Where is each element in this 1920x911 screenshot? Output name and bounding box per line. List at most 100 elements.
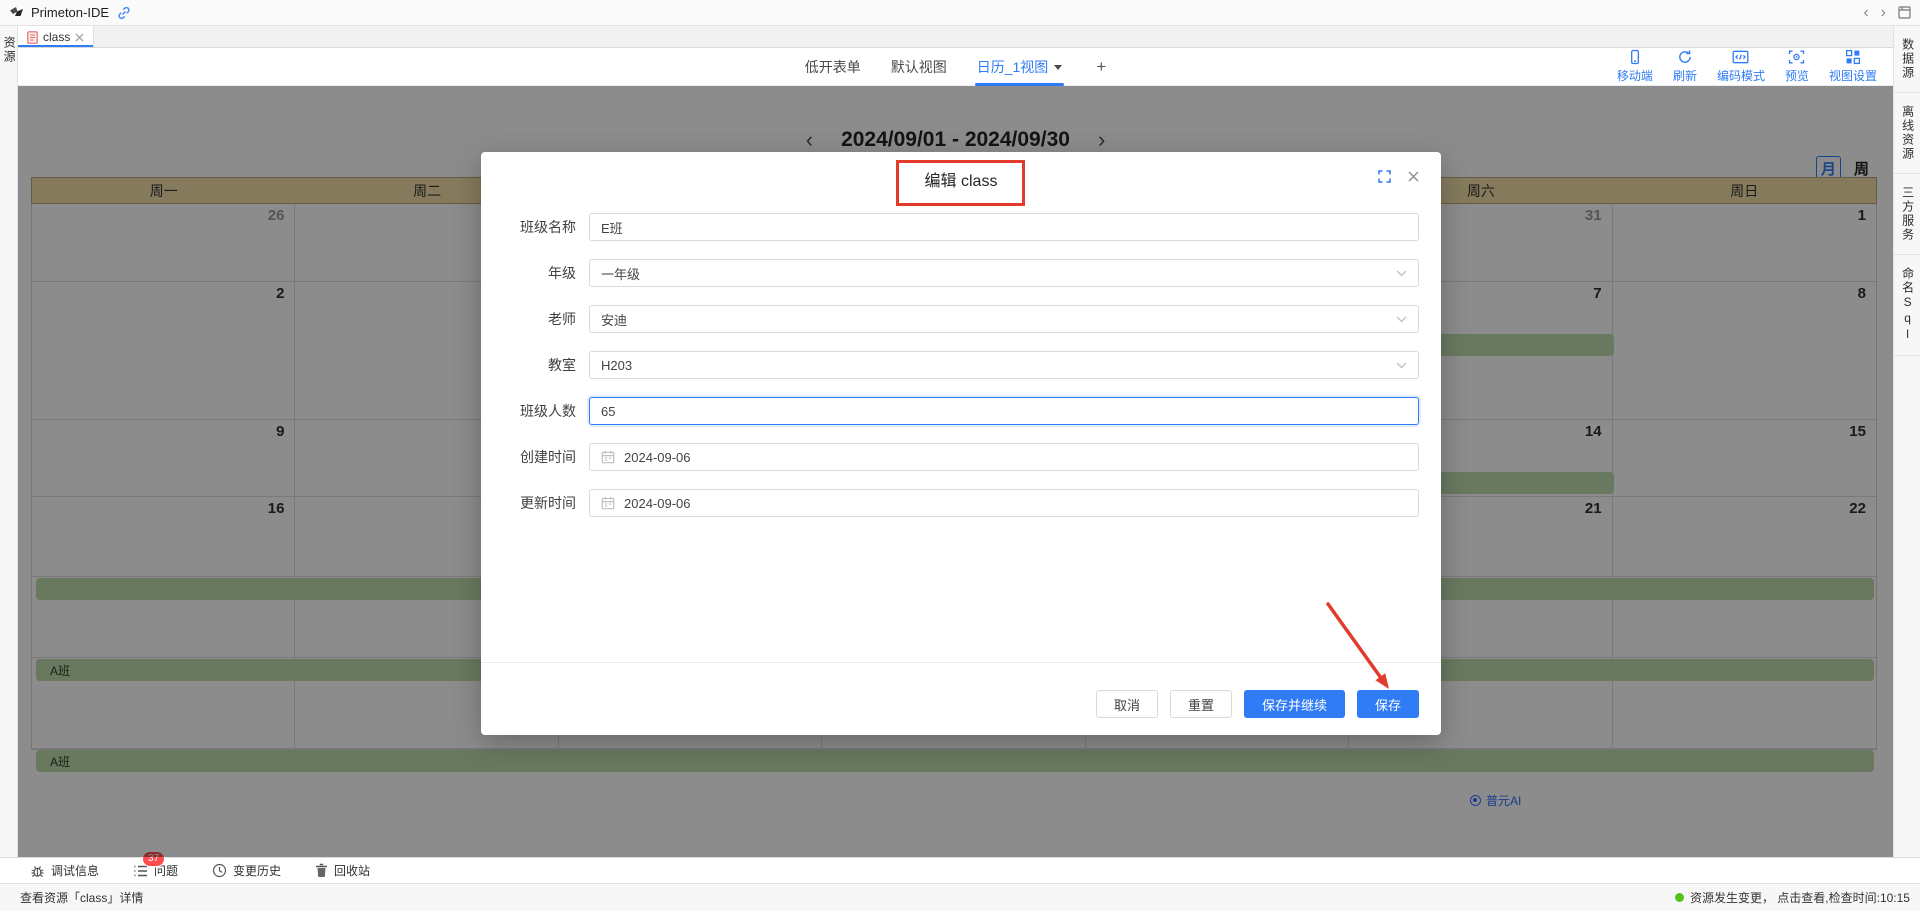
history-forward-icon[interactable]: › (1881, 5, 1886, 21)
history-back-icon[interactable]: ‹ (1863, 5, 1868, 21)
right-rail-tab[interactable]: 命名Sql (1894, 255, 1920, 356)
view-tab[interactable]: 低开表单 (805, 57, 861, 77)
calendar-icon (601, 496, 615, 510)
toolbar-action-label: 刷新 (1673, 67, 1697, 84)
status-right[interactable]: 资源发生变更， 点击查看,检查时间:10:15 (1675, 889, 1910, 906)
date-value: 2024-09-06 (624, 450, 691, 465)
save-button[interactable]: 保存 (1357, 690, 1419, 718)
select-value: H203 (601, 358, 632, 373)
issues-panel-button[interactable]: 问题37 (133, 862, 178, 879)
right-rail-tab[interactable]: 三方服务 (1894, 174, 1920, 255)
form-field: 班级人数 (481, 397, 1441, 425)
refresh-button[interactable]: 刷新 (1673, 49, 1697, 84)
right-rail-tab[interactable]: 数据源 (1894, 26, 1920, 93)
status-left-text: 查看资源「class」详情 (20, 889, 143, 906)
right-rail-tab-label: 离线资源 (1900, 105, 1913, 161)
edit-class-dialog: 编辑 class 班级名称年级一年级老师安迪教室H203班级人数创建时间2024… (481, 152, 1441, 735)
dialog-form: 班级名称年级一年级老师安迪教室 H203 班级人数创建时间2024-09-06 更新时… (481, 213, 1441, 535)
chevron-down-icon (1396, 362, 1407, 369)
preview-icon (1788, 49, 1805, 65)
field-label: 更新时间 (481, 489, 589, 517)
debug-icon (30, 863, 45, 878)
trash-icon (315, 863, 328, 878)
form-field: 教室 H203 (481, 351, 1441, 379)
history-panel-button[interactable]: 变更历史 (212, 862, 281, 879)
field-label: 教室 (481, 351, 589, 379)
field-label: 班级人数 (481, 397, 589, 425)
form-field: 班级名称 (481, 213, 1441, 241)
update-time-picker[interactable]: 2024-09-06 (589, 489, 1419, 517)
teacher-select[interactable]: 安迪 (589, 305, 1419, 333)
right-rail-tab-label: 命名Sql (1900, 267, 1913, 343)
debug-panel-button[interactable]: 调试信息 (30, 862, 99, 879)
refresh-icon (1677, 49, 1693, 65)
tab-close-icon[interactable] (75, 33, 84, 42)
mobile-button[interactable]: 移动端 (1617, 49, 1653, 84)
code-mode-button[interactable]: 编码模式 (1717, 49, 1765, 84)
chevron-down-icon (1396, 316, 1407, 323)
view-tab[interactable]: 日历_1视图 (977, 57, 1063, 77)
dialog-footer: 取消 重置 保存并继续 保存 (481, 662, 1441, 735)
titlebar-controls: ‹ › (1863, 5, 1911, 21)
panel-button-label: 回收站 (334, 862, 370, 879)
view-tab-label: 低开表单 (805, 57, 861, 77)
form-field: 更新时间 2024-09-06 (481, 489, 1441, 517)
preview-button[interactable]: 预览 (1785, 49, 1809, 84)
right-rail-tab-label: 数据源 (1900, 38, 1913, 80)
editor-tab-label: class (43, 30, 70, 44)
right-activity-rail: 数据源离线资源三方服务命名Sql (1893, 26, 1920, 857)
grade-select[interactable]: 一年级 (589, 259, 1419, 287)
editor-tab[interactable]: class (18, 26, 94, 47)
chevron-down-icon[interactable] (1054, 65, 1062, 74)
field-label: 年级 (481, 259, 589, 287)
class-size-input[interactable] (589, 397, 1419, 425)
toolbar-action-label: 视图设置 (1829, 67, 1877, 84)
history-icon (212, 863, 227, 878)
select-value: 一年级 (601, 264, 640, 283)
form-field: 年级一年级 (481, 259, 1441, 287)
view-tab-label: 日历_1视图 (977, 57, 1049, 77)
date-value: 2024-09-06 (624, 496, 691, 511)
bottom-bar: 调试信息 问题37 变更历史 回收站 (0, 857, 1920, 883)
editor-tab-strip: class (18, 26, 1893, 48)
field-label: 老师 (481, 305, 589, 333)
cancel-button[interactable]: 取消 (1096, 690, 1158, 718)
calendar-icon (601, 450, 615, 464)
reset-button[interactable]: 重置 (1170, 690, 1232, 718)
left-rail-tab[interactable]: 资源 (2, 36, 15, 64)
panel-button-label: 变更历史 (233, 862, 281, 879)
toolbar-actions: 移动端 刷新 编码模式 预览视图设置 (1617, 48, 1877, 85)
layout-icon[interactable] (1898, 6, 1911, 19)
app-window: Primeton-IDE ‹ › 资源 数据源离线资源三方服务命名Sql cla… (0, 0, 1920, 911)
code-mode-icon (1732, 49, 1749, 65)
right-rail-tab-label: 三方服务 (1900, 186, 1913, 242)
toolbar-action-label: 移动端 (1617, 67, 1653, 84)
title-bar: Primeton-IDE ‹ › (0, 0, 1920, 26)
status-dot-icon (1675, 893, 1684, 902)
app-title: Primeton-IDE (31, 5, 109, 20)
view-tabs: 低开表单 默认视图 日历_1视图 + (805, 57, 1107, 77)
app-logo-icon (9, 5, 24, 20)
view-tab[interactable]: 默认视图 (891, 57, 947, 77)
annotation-box (896, 160, 1025, 206)
create-time-picker[interactable]: 2024-09-06 (589, 443, 1419, 471)
add-view-button[interactable]: + (1096, 57, 1106, 77)
view-settings-icon (1845, 49, 1861, 65)
panel-button-label: 调试信息 (51, 862, 99, 879)
save-continue-button[interactable]: 保存并继续 (1244, 690, 1345, 718)
status-right-text: 资源发生变更， 点击查看,检查时间:10:15 (1690, 889, 1910, 906)
classroom-select[interactable]: H203 (589, 351, 1419, 379)
view-toolbar: 低开表单 默认视图 日历_1视图 + 移动端 刷新 编码模式 预览视图设置 (18, 48, 1893, 86)
view-settings-button[interactable]: 视图设置 (1829, 49, 1877, 84)
link-icon[interactable] (116, 5, 132, 21)
select-value: 安迪 (601, 310, 627, 329)
right-rail-tab[interactable]: 离线资源 (1894, 93, 1920, 174)
form-field: 创建时间2024-09-06 (481, 443, 1441, 471)
fullscreen-icon[interactable] (1378, 170, 1391, 183)
toolbar-action-label: 编码模式 (1717, 67, 1765, 84)
file-icon (27, 31, 38, 44)
trash-panel-button[interactable]: 回收站 (315, 862, 370, 879)
class-name-input[interactable] (589, 213, 1419, 241)
close-icon[interactable] (1407, 170, 1420, 183)
field-label: 班级名称 (481, 213, 589, 241)
